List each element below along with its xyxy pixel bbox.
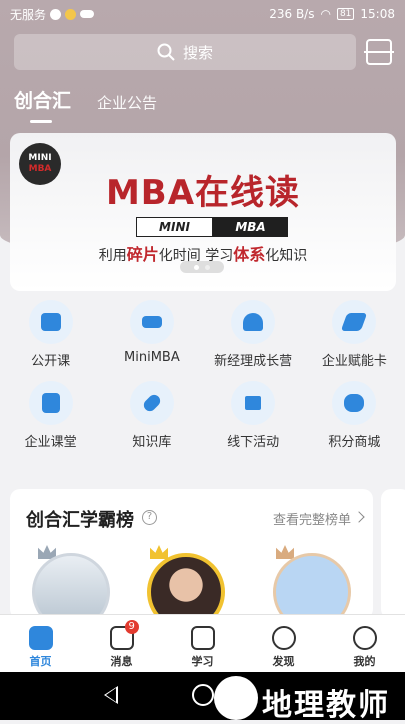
tab-profile[interactable]: 我的 <box>324 615 405 672</box>
tab-messages[interactable]: 9 消息 <box>81 615 162 672</box>
grid-item-minimba[interactable]: MiniMBA <box>101 300 202 369</box>
tab-home[interactable]: 首页 <box>0 615 81 672</box>
coins-icon <box>332 381 377 425</box>
watermark-logo-icon <box>214 676 258 720</box>
watermark-text: 地理教师 <box>262 688 390 723</box>
leaderboard-title: 创合汇学霸榜 <box>26 510 134 531</box>
status-bar: 无服务 236 B/s ◠ 81 15:08 <box>0 0 405 28</box>
cloud-icon <box>80 10 95 18</box>
link-icon <box>129 381 174 425</box>
graduation-cap-icon <box>129 300 174 344</box>
home-button-icon[interactable] <box>192 684 214 706</box>
wifi-icon: ◠ <box>320 7 331 21</box>
search-row: 搜索 <box>14 34 394 70</box>
tab-study[interactable]: 学习 <box>162 615 243 672</box>
network-speed: 236 B/s <box>269 7 315 21</box>
next-card-peek <box>381 489 405 619</box>
chart-board-icon <box>28 300 73 344</box>
grid-item-knowledge-base[interactable]: 知识库 <box>101 381 202 450</box>
compass-icon <box>271 626 296 650</box>
gold-crown-icon <box>150 545 168 559</box>
search-icon <box>157 43 175 61</box>
flag-icon <box>231 381 276 425</box>
back-icon[interactable] <box>104 686 118 704</box>
home-icon <box>28 626 53 650</box>
person-icon <box>352 626 377 650</box>
grid-item-new-manager[interactable]: 新经理成长营 <box>203 300 304 369</box>
avatar-rank-1[interactable] <box>147 553 225 619</box>
tab-chuanghehui[interactable]: 创合汇 <box>14 86 71 123</box>
grid-item-offline-events[interactable]: 线下活动 <box>203 381 304 450</box>
bronze-crown-icon <box>276 545 294 559</box>
grid-item-points-mall[interactable]: 积分商城 <box>304 381 405 450</box>
grid-item-enterprise-card[interactable]: 企业赋能卡 <box>304 300 405 369</box>
banner-minimba-strip: MINI MBA <box>136 217 288 237</box>
feature-grid: 公开课 MiniMBA 新经理成长营 企业赋能卡 企业课堂 知识库 线下活动 积… <box>0 300 405 450</box>
book-icon <box>190 626 215 650</box>
people-icon <box>231 300 276 344</box>
carrier-text: 无服务 <box>10 7 47 22</box>
view-full-leaderboard-link[interactable]: 查看完整榜单 <box>273 509 351 528</box>
banner-pager <box>180 261 224 273</box>
bottom-tabbar: 首页 9 消息 学习 发现 我的 <box>0 614 405 672</box>
search-input[interactable]: 搜索 <box>14 34 356 70</box>
unread-badge: 9 <box>124 620 139 634</box>
notification-icon <box>65 8 77 20</box>
card-icon <box>332 300 377 344</box>
globe-icon <box>50 8 62 20</box>
tab-company-notice[interactable]: 企业公告 <box>97 92 157 113</box>
chevron-right-icon <box>353 511 365 523</box>
avatar-rank-3[interactable] <box>273 553 351 619</box>
banner-title: MBA在线读 <box>105 173 301 213</box>
leaderboard-card: 创合汇学霸榜 ? 查看完整榜单 <box>10 489 373 619</box>
help-icon[interactable]: ? <box>142 510 157 525</box>
grid-item-enterprise-class[interactable]: 企业课堂 <box>0 381 101 450</box>
clock: 15:08 <box>360 7 395 21</box>
search-placeholder: 搜索 <box>182 43 213 62</box>
top-tabs: 创合汇 企业公告 <box>14 86 157 123</box>
scan-icon[interactable] <box>364 39 394 65</box>
grid-item-open-class[interactable]: 公开课 <box>0 300 101 369</box>
battery-icon: 81 <box>336 8 355 20</box>
avatar-rank-2[interactable] <box>32 553 110 619</box>
calendar-icon <box>28 381 73 425</box>
tab-discover[interactable]: 发现 <box>243 615 324 672</box>
